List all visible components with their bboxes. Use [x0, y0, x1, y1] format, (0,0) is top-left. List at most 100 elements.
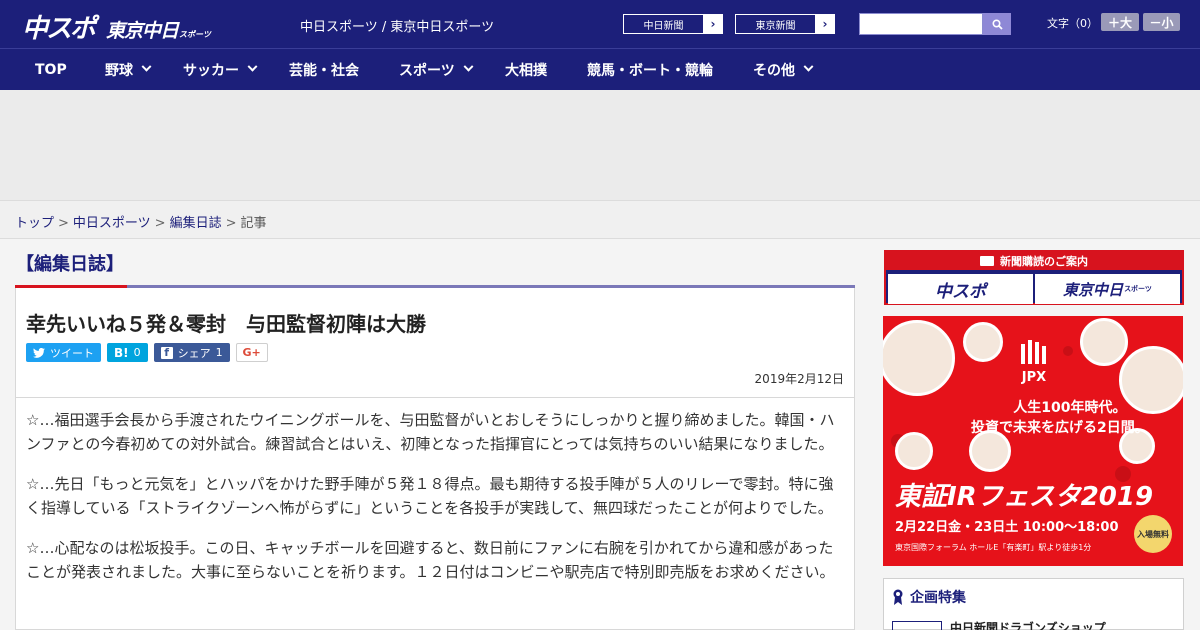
nav-item-baseball[interactable]: 野球 — [105, 49, 152, 90]
breadcrumb-link-editorial-diary[interactable]: 編集日誌 — [170, 216, 222, 231]
article-body: ☆…福田選手会長から手渡されたウイニングボールを、与田監督がいとおしそうにしっか… — [26, 408, 844, 600]
twitter-icon — [33, 347, 45, 358]
nav-label: 野球 — [105, 62, 133, 79]
logo-chuspo: 中スポ — [22, 14, 96, 44]
nav-label: 芸能・社会 — [289, 62, 359, 79]
breadcrumb-separator: > — [58, 216, 69, 231]
subscribe-chuspo-label: 中スポ — [935, 281, 986, 302]
site-logo[interactable]: 中スポ 東京中日 スポーツ — [22, 8, 211, 44]
google-plus-button[interactable]: G+ — [235, 343, 268, 362]
feature-item[interactable]: 中日新聞ドラゴンズショップ — [892, 619, 1106, 630]
feature-title: 企画特集 — [892, 587, 966, 607]
ad-photo-person — [1080, 318, 1128, 366]
ad-event-venue: 東京国際フォーラム ホールE「有楽町」駅より徒歩1分 — [895, 543, 1092, 552]
share-buttons: ツイート B! 0 f シェア 1 G+ — [26, 343, 268, 362]
nav-label: 大相撲 — [505, 62, 547, 79]
feature-box: 企画特集 中日新聞ドラゴンズショップ — [883, 578, 1184, 630]
chevron-down-icon — [141, 61, 152, 72]
jpx-mark-icon — [1021, 340, 1046, 364]
subscription-heading: 新聞購読のご案内 — [886, 252, 1182, 270]
search-icon — [991, 18, 1003, 30]
newspaper-icon — [980, 256, 994, 266]
article-header: 幸先いいね５発＆零封 与田監督初陣は大勝 ツイート B! 0 f シェア 1 G… — [16, 288, 854, 398]
nav-item-top[interactable]: TOP — [35, 49, 67, 90]
hatena-icon: B! — [114, 345, 129, 360]
chevron-down-icon — [247, 61, 258, 72]
article-title: 幸先いいね５発＆零封 与田監督初陣は大勝 — [26, 312, 426, 336]
ribbon-icon — [893, 589, 903, 605]
nav-label: スポーツ — [399, 62, 455, 79]
subscribe-tokyo-chunichi-button[interactable]: 東京中日 スポーツ — [1035, 274, 1180, 304]
chunichi-shinbun-link[interactable]: 中日新聞 › — [622, 13, 724, 35]
chevron-right-icon: › — [822, 17, 828, 31]
font-larger-button[interactable]: ＋大 — [1101, 13, 1139, 31]
top-ad-slot — [0, 90, 1200, 200]
jpx-logo-text: JPX — [1021, 370, 1047, 385]
main-nav: TOP 野球 サッカー 芸能・社会 スポーツ 大相撲 競馬・ボート・競輪 その他 — [0, 48, 1200, 90]
nav-item-entertainment[interactable]: 芸能・社会 — [289, 49, 359, 90]
hatena-bookmark-button[interactable]: B! 0 — [107, 343, 148, 362]
tweet-label: ツイート — [50, 346, 94, 360]
nav-item-racing[interactable]: 競馬・ボート・競輪 — [587, 49, 713, 90]
feature-item-label: 中日新聞ドラゴンズショップ — [950, 621, 1106, 630]
hatena-count: 0 — [133, 346, 141, 359]
nav-item-soccer[interactable]: サッカー — [183, 49, 258, 90]
chevron-right-icon: › — [710, 17, 716, 31]
tweet-button[interactable]: ツイート — [26, 343, 101, 362]
breadcrumb-link-top[interactable]: トップ — [15, 216, 54, 231]
tokyo-shinbun-link[interactable]: 東京新聞 › — [734, 13, 836, 35]
site-title: 中日スポーツ / 東京中日スポーツ — [300, 20, 495, 35]
breadcrumb-link-chunichi-sports[interactable]: 中日スポーツ — [73, 216, 151, 231]
sidebar: 新聞購読のご案内 中スポ 東京中日 スポーツ JPX 人生100年時代。 投資で… — [870, 239, 1200, 630]
tokyo-shinbun-label: 東京新聞 — [735, 14, 815, 34]
nav-item-other[interactable]: その他 — [753, 49, 814, 90]
breadcrumb-separator: > — [225, 216, 237, 231]
font-size-label: 文字（0） — [1047, 17, 1098, 30]
nav-item-sumo[interactable]: 大相撲 — [505, 49, 547, 90]
nav-item-sports[interactable]: スポーツ — [399, 49, 474, 90]
ad-tagline-line1: 人生100年時代。 — [1013, 400, 1127, 416]
nav-label: その他 — [753, 62, 795, 79]
ad-event-dates: 2月22日金・23日土 10:00〜18:00 — [895, 520, 1119, 535]
search-button[interactable] — [983, 13, 1011, 35]
chevron-down-icon — [803, 61, 814, 72]
breadcrumb-separator: > — [154, 216, 166, 231]
font-smaller-button[interactable]: －小 — [1143, 13, 1180, 31]
subscribe-tokyo-chunichi-sub: スポーツ — [1124, 285, 1152, 293]
article-paragraph: ☆…福田選手会長から手渡されたウイニングボールを、与田監督がいとおしそうにしっか… — [26, 411, 835, 453]
ad-photo-person — [895, 432, 933, 470]
subscription-heading-label: 新聞購読のご案内 — [1000, 255, 1088, 268]
nav-label: 競馬・ボート・競輪 — [587, 62, 713, 79]
subscription-box: 新聞購読のご案内 中スポ 東京中日 スポーツ — [884, 250, 1184, 305]
subscribe-chuspo-button[interactable]: 中スポ — [888, 274, 1033, 304]
logo-sports-small: スポーツ — [179, 30, 211, 39]
subscribe-tokyo-chunichi-label: 東京中日 — [1063, 280, 1124, 299]
section-title: 【編集日誌】 — [16, 254, 124, 275]
article: 幸先いいね５発＆零封 与田監督初陣は大勝 ツイート B! 0 f シェア 1 G… — [15, 288, 855, 630]
google-plus-icon: G+ — [242, 346, 261, 359]
ad-decoration — [1063, 346, 1073, 356]
ad-free-badge: 入場無料 — [1134, 515, 1172, 553]
article-paragraph: ☆…先日「もっと元気を」とハッパをかけた野手陣が５発１８得点。最も期待する投手陣… — [26, 475, 834, 517]
ad-photo-person — [963, 322, 1003, 362]
site-header: 中スポ 東京中日 スポーツ 中日スポーツ / 東京中日スポーツ 中日新聞 › 東… — [0, 0, 1200, 48]
breadcrumb-bar: トップ > 中日スポーツ > 編集日誌 > 記事 — [0, 200, 1200, 239]
search-input[interactable] — [859, 13, 983, 35]
sidebar-ad-banner[interactable]: JPX 人生100年時代。 投資で未来を広げる2日間。 東証IRフェスタ2019… — [883, 316, 1183, 566]
breadcrumb-current: 記事 — [240, 216, 267, 231]
ad-photo-person — [883, 320, 955, 396]
article-paragraph: ☆…心配なのは松坂投手。この日、キャッチボールを回避すると、数日前にファンに右腕… — [26, 539, 835, 581]
main-column: 【編集日誌】 幸先いいね５発＆零封 与田監督初陣は大勝 ツイート B! 0 f … — [0, 239, 870, 630]
ad-tagline-line2: 投資で未来を広げる2日間。 — [971, 420, 1149, 436]
chunichi-shinbun-label: 中日新聞 — [623, 14, 703, 34]
nav-label: TOP — [35, 61, 67, 78]
article-date: 2019年2月12日 — [754, 372, 844, 386]
feature-title-label: 企画特集 — [910, 590, 966, 606]
facebook-share-button[interactable]: f シェア 1 — [153, 343, 230, 362]
chevron-down-icon — [463, 61, 474, 72]
ad-tagline: 人生100年時代。 投資で未来を広げる2日間。 — [971, 398, 1149, 438]
jpx-logo: JPX — [1019, 338, 1049, 385]
facebook-share-label: シェア — [177, 346, 211, 360]
facebook-icon: f — [160, 346, 173, 359]
logo-tokyo-chunichi: 東京中日 — [106, 20, 179, 42]
